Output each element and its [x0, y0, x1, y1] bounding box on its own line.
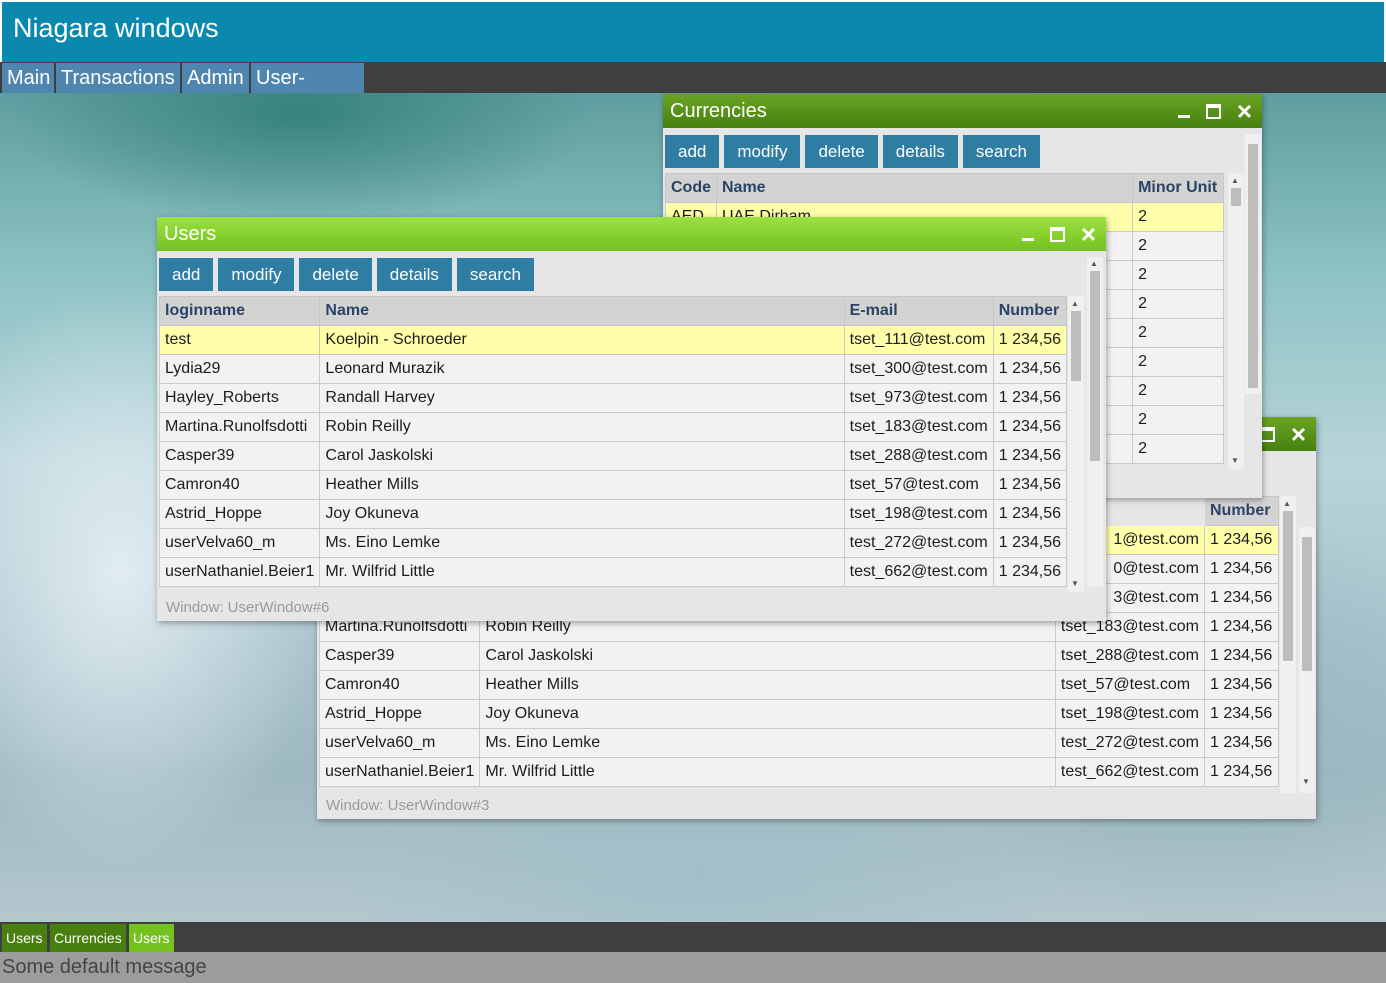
- scroll-down-icon[interactable]: ▼: [1071, 579, 1079, 588]
- users-front-toolbar: add modify delete details search: [159, 258, 534, 291]
- search-button[interactable]: search: [962, 135, 1040, 168]
- users-front-footer: Window: UserWindow#6: [157, 595, 1106, 621]
- menu-item-user-profile[interactable]: User-profile: [251, 63, 364, 119]
- maximize-icon[interactable]: [1205, 103, 1221, 119]
- table-row[interactable]: Martina.Runolfsdotti Robin Reilly tset_183…: [158, 412, 1068, 442]
- currencies-titlebar[interactable]: Currencies ×: [663, 94, 1262, 128]
- main-menu: Main Transactions Admin User-profile: [0, 62, 1386, 119]
- desktop-background: × Number 1@test.com 1 234,56 0@test.com 1 …: [0, 93, 1386, 922]
- delete-button[interactable]: delete: [299, 258, 372, 291]
- currencies-outer-scrollbar[interactable]: [1245, 134, 1261, 394]
- users-front-outer-scrollbar[interactable]: ▲: [1087, 257, 1103, 587]
- search-button[interactable]: search: [456, 258, 534, 291]
- taskbar-item-users-active[interactable]: Users: [129, 924, 174, 952]
- users-front-table: loginname Name E-mail Number test Koelpin…: [158, 296, 1068, 587]
- scroll-down-icon[interactable]: ▼: [1231, 456, 1239, 465]
- table-row[interactable]: Astrid_Hoppe Joy Okuneva tset_198@test.com…: [318, 699, 1279, 729]
- scroll-up-icon[interactable]: ▲: [1071, 299, 1079, 308]
- table-row[interactable]: Astrid_Hoppe Joy Okuneva tset_198@test.com…: [158, 499, 1068, 529]
- table-row[interactable]: Camron40 Heather Mills tset_57@test.com 1 2…: [158, 470, 1068, 500]
- scroll-thumb[interactable]: [1283, 511, 1293, 661]
- currencies-scrollbar[interactable]: ▲ ▼: [1228, 173, 1244, 469]
- table-row[interactable]: Lydia29 Leonard Murazik tset_300@test.com 1…: [158, 354, 1068, 384]
- table-row[interactable]: Casper39 Carol Jaskolski tset_288@test.com…: [318, 641, 1279, 671]
- close-icon[interactable]: ×: [1291, 421, 1306, 447]
- table-row[interactable]: userNathaniel.Beier1 Mr. Wilfrid Little te…: [318, 757, 1279, 787]
- scroll-thumb[interactable]: [1090, 271, 1100, 461]
- users-front-titlebar[interactable]: Users ×: [157, 217, 1106, 251]
- scroll-up-icon[interactable]: ▲: [1090, 259, 1098, 268]
- menu-item-transactions[interactable]: Transactions: [56, 63, 180, 93]
- maximize-icon[interactable]: [1049, 226, 1065, 242]
- taskbar-item-currencies[interactable]: Currencies: [50, 924, 126, 952]
- column-header-name[interactable]: Name: [715, 173, 1134, 203]
- table-row[interactable]: Casper39 Carol Jaskolski tset_288@test.com…: [158, 441, 1068, 471]
- status-message: Some default message: [0, 952, 1386, 983]
- table-row[interactable]: Camron40 Heather Mills tset_57@test.com 1 2…: [318, 670, 1279, 700]
- add-button[interactable]: add: [665, 135, 720, 168]
- column-header-minor-unit[interactable]: Minor Unit: [1132, 173, 1224, 203]
- column-header-name[interactable]: Name: [319, 296, 845, 326]
- users-back-footer: Window: UserWindow#3: [317, 793, 1316, 819]
- scroll-down-icon[interactable]: ▼: [1302, 777, 1310, 786]
- minimize-icon[interactable]: [1021, 227, 1034, 241]
- column-header-loginname[interactable]: loginname: [158, 296, 321, 326]
- table-row[interactable]: Hayley_Roberts Randall Harvey tset_973@tes…: [158, 383, 1068, 413]
- users-front-scrollbar[interactable]: ▲ ▼: [1068, 296, 1084, 592]
- currencies-toolbar: add modify delete details search: [665, 135, 1040, 168]
- scroll-thumb[interactable]: [1231, 188, 1241, 206]
- menu-item-main[interactable]: Main: [2, 63, 54, 93]
- scroll-thumb[interactable]: [1071, 311, 1081, 381]
- maximize-icon[interactable]: [1259, 426, 1275, 442]
- close-icon[interactable]: ×: [1237, 98, 1252, 124]
- scroll-thumb[interactable]: [1248, 144, 1258, 388]
- modify-button[interactable]: modify: [724, 135, 801, 168]
- column-header-number[interactable]: Number: [992, 296, 1068, 326]
- app-title: Niagara windows: [13, 13, 219, 43]
- users-back-scrollbar[interactable]: ▲: [1280, 496, 1296, 818]
- taskbar: Users Currencies Users: [0, 922, 1386, 952]
- column-header-code[interactable]: Code: [665, 173, 717, 203]
- scroll-up-icon[interactable]: ▲: [1283, 499, 1291, 508]
- users-window-front[interactable]: Users × add modify delete details search…: [157, 217, 1106, 621]
- taskbar-item-users[interactable]: Users: [2, 924, 47, 952]
- table-row[interactable]: test Koelpin - Schroeder tset_111@test.com…: [158, 325, 1068, 355]
- details-button[interactable]: details: [882, 135, 958, 168]
- menu-item-admin[interactable]: Admin: [182, 63, 249, 93]
- minimize-icon[interactable]: [1177, 104, 1190, 118]
- scroll-thumb[interactable]: [1302, 537, 1312, 671]
- close-icon[interactable]: ×: [1081, 221, 1096, 247]
- window-title: Currencies: [670, 100, 767, 122]
- column-header-number[interactable]: Number: [1204, 496, 1279, 526]
- table-row[interactable]: userNathaniel.Beier1 Mr. Wilfrid Little te…: [158, 557, 1068, 587]
- add-button[interactable]: add: [159, 258, 214, 291]
- table-row[interactable]: userVelva60_m Ms. Eino Lemke test_272@test…: [318, 728, 1279, 758]
- app-header: Niagara windows: [0, 0, 1386, 62]
- delete-button[interactable]: delete: [805, 135, 878, 168]
- window-title: Users: [164, 223, 217, 245]
- scroll-up-icon[interactable]: ▲: [1231, 176, 1239, 185]
- users-back-outer-scrollbar[interactable]: ▼: [1299, 527, 1315, 793]
- table-row[interactable]: userVelva60_m Ms. Eino Lemke test_272@test…: [158, 528, 1068, 558]
- column-header-email[interactable]: E-mail: [843, 296, 994, 326]
- modify-button[interactable]: modify: [218, 258, 295, 291]
- details-button[interactable]: details: [376, 258, 452, 291]
